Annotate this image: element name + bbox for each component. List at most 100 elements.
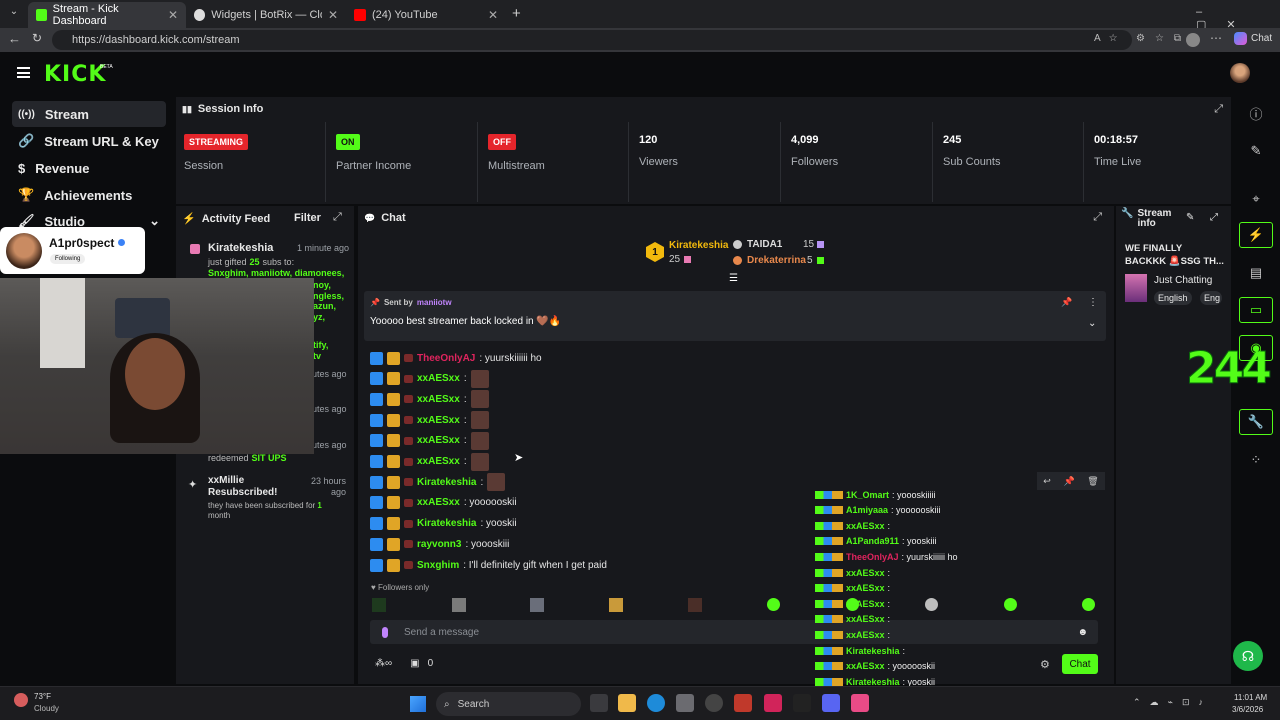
- clock-time[interactable]: 11:01 AM: [1234, 693, 1267, 702]
- emote[interactable]: [452, 598, 466, 612]
- new-tab-icon[interactable]: +: [512, 5, 521, 22]
- emote[interactable]: [688, 598, 702, 612]
- expand-icon[interactable]: ⤢: [1214, 103, 1223, 116]
- back-icon[interactable]: ←: [8, 31, 21, 46]
- eye-icon[interactable]: ◉: [1239, 335, 1273, 361]
- profile-avatar[interactable]: [1186, 33, 1200, 47]
- discord-icon[interactable]: [822, 694, 840, 712]
- app-icon[interactable]: [734, 694, 752, 712]
- sidebar-item-revenue[interactable]: $ Revenue: [12, 155, 166, 181]
- clock-date[interactable]: 3/6/2026: [1232, 705, 1263, 714]
- system-tray[interactable]: ⌃☁⌁⊡♪: [1133, 697, 1212, 708]
- url-field[interactable]: https://dashboard.kick.com/stream: [52, 30, 1132, 50]
- trash-icon[interactable]: 🗑: [1087, 476, 1098, 487]
- chevron-down-icon[interactable]: ⌄: [1088, 318, 1096, 329]
- emote[interactable]: [487, 473, 506, 492]
- chat-username[interactable]: xxAESxx: [417, 373, 460, 384]
- tag[interactable]: Eng: [1200, 291, 1222, 305]
- pinned-author[interactable]: maniiotw: [417, 298, 452, 307]
- task-view-icon[interactable]: [590, 694, 608, 712]
- read-aloud-icon[interactable]: A☆: [1094, 33, 1126, 44]
- chat-username[interactable]: Kiratekeshia: [417, 518, 476, 529]
- more-icon[interactable]: ⋯: [1210, 31, 1222, 45]
- chat-username[interactable]: xxAESxx: [417, 415, 460, 426]
- store-icon[interactable]: [676, 694, 694, 712]
- expand-icon[interactable]: ⤢: [333, 211, 342, 224]
- edge-icon[interactable]: [647, 694, 665, 712]
- emote[interactable]: [767, 598, 780, 611]
- leader-name[interactable]: Drekaterrina: [747, 255, 806, 266]
- edit-icon[interactable]: ✎: [1186, 212, 1194, 223]
- chat-username[interactable]: Snxghim: [417, 560, 459, 571]
- activity-user[interactable]: xxMillie: [208, 475, 288, 487]
- kick-logo[interactable]: KICK: [44, 62, 106, 87]
- emote[interactable]: [470, 411, 489, 430]
- chat-username[interactable]: Kiratekeshia: [417, 477, 476, 488]
- emote[interactable]: [1004, 598, 1017, 611]
- reload-icon[interactable]: ↻: [32, 31, 42, 45]
- category-name[interactable]: Just Chatting: [1154, 275, 1212, 286]
- pin-icon[interactable]: 📌: [1063, 476, 1074, 487]
- chat-icon[interactable]: ▭: [1239, 297, 1273, 323]
- chat-username[interactable]: xxAESxx: [417, 394, 460, 405]
- chat-username[interactable]: xxAESxx: [417, 435, 460, 446]
- unpin-icon[interactable]: 📌: [1061, 297, 1072, 308]
- chat-username[interactable]: rayvonn3: [417, 539, 461, 550]
- sidebar-item-stream[interactable]: ((•)) Stream: [12, 101, 166, 127]
- tab-youtube[interactable]: (24) YouTube ✕: [346, 2, 506, 28]
- file-explorer-icon[interactable]: [618, 694, 636, 712]
- emote[interactable]: [530, 598, 544, 612]
- music-icon[interactable]: [851, 694, 869, 712]
- document-icon[interactable]: ▤: [1239, 260, 1273, 286]
- menu-icon[interactable]: [17, 67, 30, 78]
- info-icon[interactable]: ⓘ: [1239, 100, 1273, 126]
- filter-button[interactable]: Filter: [294, 212, 321, 224]
- edit-icon[interactable]: ✎: [1239, 138, 1273, 164]
- tab-list-icon[interactable]: ⌄: [6, 6, 22, 22]
- extensions-icon[interactable]: ⚙☆⧉: [1136, 33, 1191, 44]
- emote[interactable]: [609, 598, 623, 612]
- tag[interactable]: English: [1154, 291, 1192, 305]
- sidebar-item-stream-url-key[interactable]: 🔗 Stream URL & Key: [12, 128, 166, 154]
- help-headset-icon[interactable]: ☊: [1233, 641, 1263, 671]
- chat-username[interactable]: xxAESxx: [417, 456, 460, 467]
- emote[interactable]: [925, 598, 938, 611]
- obs-icon[interactable]: [705, 694, 723, 712]
- bolt-icon[interactable]: ⚡: [1239, 222, 1273, 248]
- leader-name[interactable]: TAIDA1: [747, 239, 782, 250]
- close-icon[interactable]: ✕: [488, 8, 498, 22]
- chat-username[interactable]: TheeOnlyAJ: [417, 353, 475, 364]
- microphone-icon[interactable]: [382, 626, 388, 638]
- more-icon[interactable]: ⋮: [1088, 297, 1098, 308]
- chat-input[interactable]: Send a message ☻: [370, 620, 1098, 644]
- settings-icon[interactable]: ⚙: [1040, 658, 1050, 671]
- windows-start-icon[interactable]: [410, 696, 426, 712]
- activity-user[interactable]: Kiratekeshia: [208, 242, 273, 254]
- expand-icon[interactable]: ⤢: [1210, 212, 1218, 223]
- tab-kick-dashboard[interactable]: Stream - Kick Dashboard ✕: [28, 2, 186, 28]
- emote[interactable]: [470, 431, 489, 450]
- emote[interactable]: [372, 598, 386, 612]
- emote[interactable]: [470, 452, 489, 471]
- collapse-icon[interactable]: ☰: [729, 273, 738, 284]
- app-icon[interactable]: [764, 694, 782, 712]
- reply-icon[interactable]: ↩: [1043, 476, 1051, 487]
- close-icon[interactable]: ✕: [328, 8, 338, 22]
- emote[interactable]: [470, 369, 489, 388]
- copilot-chat-button[interactable]: Chat: [1234, 32, 1272, 45]
- expand-icon[interactable]: ⤢: [1093, 211, 1102, 224]
- emoji-icon[interactable]: ☻: [1077, 627, 1088, 638]
- sidebar-item-achievements[interactable]: 🏆 Achievements: [12, 182, 166, 208]
- game-icon[interactable]: [793, 694, 811, 712]
- taskbar-search[interactable]: ⌕ Search: [436, 692, 581, 716]
- apps-icon[interactable]: ⁘: [1239, 447, 1273, 473]
- weather-text[interactable]: Cloudy: [34, 704, 59, 713]
- chat-username[interactable]: xxAESxx: [417, 497, 460, 508]
- user-avatar[interactable]: [1230, 63, 1250, 83]
- users-icon[interactable]: ⁂∞: [375, 658, 392, 669]
- close-icon[interactable]: ✕: [168, 8, 178, 22]
- tab-botrix[interactable]: Widgets | BotRix — Cloud Streami ✕: [186, 2, 346, 28]
- leader-name[interactable]: Kiratekeshia: [669, 240, 728, 251]
- target-icon[interactable]: ⌖: [1239, 186, 1273, 212]
- send-chat-button[interactable]: Chat: [1062, 654, 1098, 674]
